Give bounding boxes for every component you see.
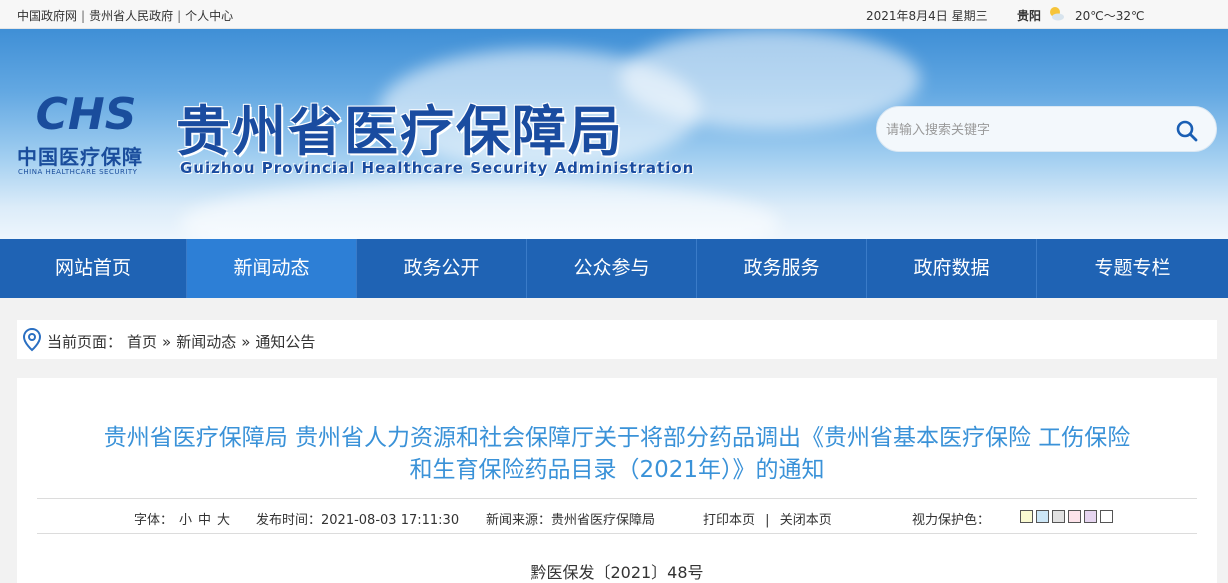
search-icon[interactable] — [1175, 119, 1199, 143]
breadcrumb-label: 当前页面： — [47, 333, 123, 351]
separator: | — [81, 9, 86, 23]
eye-color-swatch[interactable] — [1020, 510, 1033, 523]
article-title: 贵州省医疗保障局 贵州省人力资源和社会保障厅关于将部分药品调出《贵州省基本医疗保… — [17, 422, 1217, 486]
nav-item-gov-data[interactable]: 政府数据 — [867, 239, 1037, 298]
breadcrumb-home[interactable]: 首页 — [127, 333, 157, 351]
action-separator: | — [765, 513, 770, 528]
breadcrumb-path: 首页» 新闻动态» 通知公告 — [127, 331, 315, 352]
eye-color-swatch[interactable] — [1036, 510, 1049, 523]
nav-item-public-participation[interactable]: 公众参与 — [527, 239, 697, 298]
chs-logo-icon: CHS — [36, 91, 137, 135]
article-title-line1: 贵州省医疗保障局 贵州省人力资源和社会保障厅关于将部分药品调出《贵州省基本医疗保… — [103, 425, 1131, 451]
nav-item-special-topics[interactable]: 专题专栏 — [1037, 239, 1228, 298]
site-banner: CHS 中国医疗保障 CHINA HEALTHCARE SECURITY 贵州省… — [0, 29, 1228, 239]
article-title-line2: 和生育保险药品目录（2021年）》的通知 — [409, 457, 825, 483]
link-gov-cn[interactable]: 中国政府网 — [17, 9, 77, 23]
location-pin-icon — [22, 328, 42, 352]
breadcrumb-notices[interactable]: 通知公告 — [255, 333, 315, 351]
weather-city: 贵阳 — [1017, 9, 1042, 23]
news-source: 新闻来源：贵州省医疗保障局 — [486, 509, 655, 528]
eye-protection-label: 视力保护色： — [912, 513, 991, 528]
eye-color-swatch[interactable] — [1052, 510, 1065, 523]
breadcrumb-news[interactable]: 新闻动态 — [176, 333, 236, 351]
eye-color-swatch[interactable] — [1068, 510, 1081, 523]
eye-protection-swatches — [1020, 510, 1113, 523]
logo-english-name: CHINA HEALTHCARE SECURITY — [18, 168, 138, 176]
font-size-label: 字体： — [134, 513, 174, 528]
nav-item-gov-services[interactable]: 政务服务 — [697, 239, 867, 298]
current-date: 2021年8月4日 星期三 — [866, 9, 988, 23]
site-subtitle: Guizhou Provincial Healthcare Security A… — [180, 159, 695, 177]
document-number: 黔医保发〔2021〕48号 — [530, 563, 704, 582]
nav-item-home[interactable]: 网站首页 — [0, 239, 187, 298]
link-personal-center[interactable]: 个人中心 — [185, 9, 233, 23]
page-actions: 打印本页 | 关闭本页 — [703, 509, 832, 528]
logo-mark-text: CHS — [36, 91, 137, 135]
publish-time: 发布时间：2021-08-03 17:11:30 — [256, 509, 459, 528]
close-page-link[interactable]: 关闭本页 — [780, 513, 832, 528]
article-meta-bar: 字体： 小中大 发布时间：2021-08-03 17:11:30 新闻来源：贵州省… — [37, 498, 1197, 534]
top-utility-bar: 中国政府网 | 贵州省人民政府 | 个人中心 2021年8月4日 星期三 贵阳 20℃～… — [0, 0, 1228, 29]
link-guizhou-gov[interactable]: 贵州省人民政府 — [89, 9, 173, 23]
nav-item-gov-info[interactable]: 政务公开 — [357, 239, 527, 298]
publish-time-label: 发布时间： — [256, 513, 322, 528]
logo-chinese-name: 中国医疗保障 — [17, 145, 143, 169]
breadcrumb-separator: » — [162, 333, 172, 351]
news-source-value: 贵州省医疗保障局 — [551, 513, 656, 528]
font-size-control: 字体： 小中大 — [134, 509, 230, 528]
font-size-large[interactable]: 大 — [217, 513, 230, 528]
news-source-label: 新闻来源： — [486, 513, 552, 528]
top-links: 中国政府网 | 贵州省人民政府 | 个人中心 — [17, 7, 233, 24]
eye-color-swatch[interactable] — [1100, 510, 1113, 523]
eye-color-swatch[interactable] — [1084, 510, 1097, 523]
search-box — [876, 106, 1217, 152]
separator: | — [177, 9, 182, 23]
weather-temperature: 20℃～32℃ — [1075, 9, 1145, 23]
nav-item-news[interactable]: 新闻动态 — [187, 239, 357, 298]
sunny-cloud-icon — [1050, 7, 1064, 21]
font-size-medium[interactable]: 中 — [198, 513, 211, 528]
main-nav: 网站首页 新闻动态 政务公开 公众参与 政务服务 政府数据 专题专栏 — [0, 239, 1228, 298]
publish-time-value: 2021-08-03 17:11:30 — [321, 513, 460, 528]
search-input[interactable] — [886, 120, 1166, 140]
site-title: 贵州省医疗保障局 — [176, 100, 624, 163]
font-size-small[interactable]: 小 — [179, 513, 192, 528]
decorative-cloud — [180, 179, 780, 239]
breadcrumb-separator: » — [241, 333, 251, 351]
breadcrumb: 当前页面： 首页» 新闻动态» 通知公告 — [17, 320, 1217, 359]
decorative-cloud — [620, 29, 920, 129]
article-panel: 贵州省医疗保障局 贵州省人力资源和社会保障厅关于将部分药品调出《贵州省基本医疗保… — [17, 378, 1217, 583]
print-page-link[interactable]: 打印本页 — [703, 513, 755, 528]
